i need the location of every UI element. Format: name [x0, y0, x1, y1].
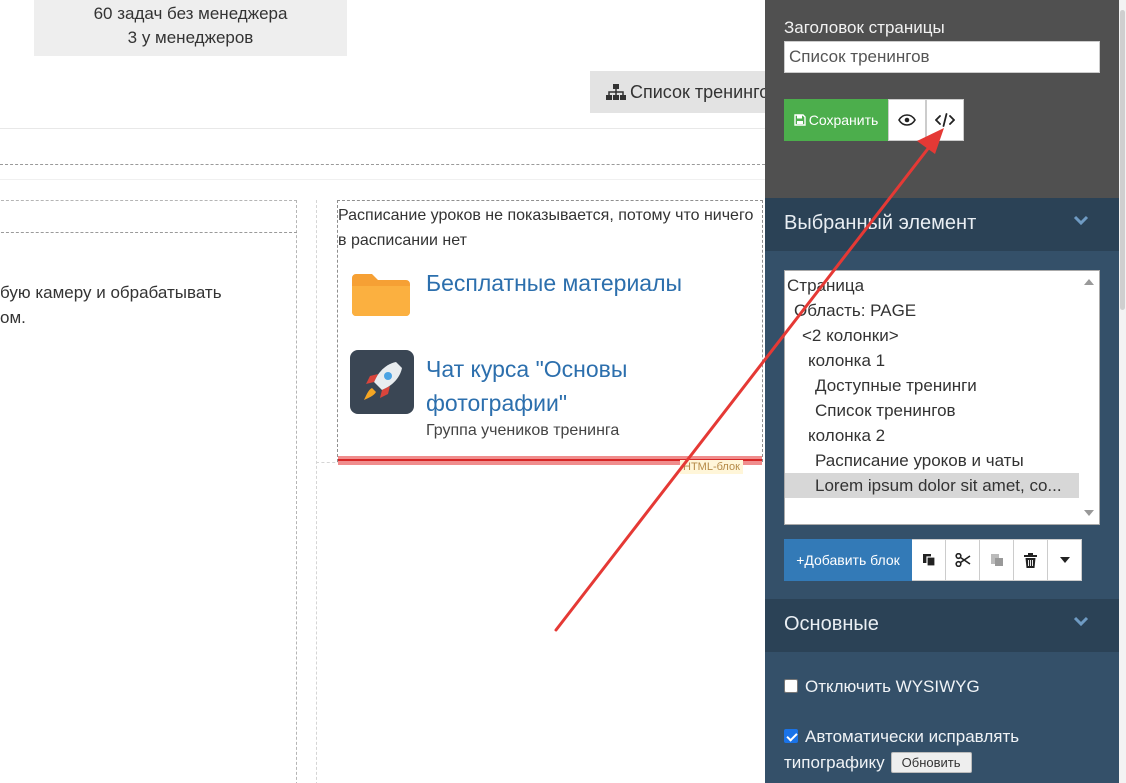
annotation-arrow — [554, 128, 944, 632]
